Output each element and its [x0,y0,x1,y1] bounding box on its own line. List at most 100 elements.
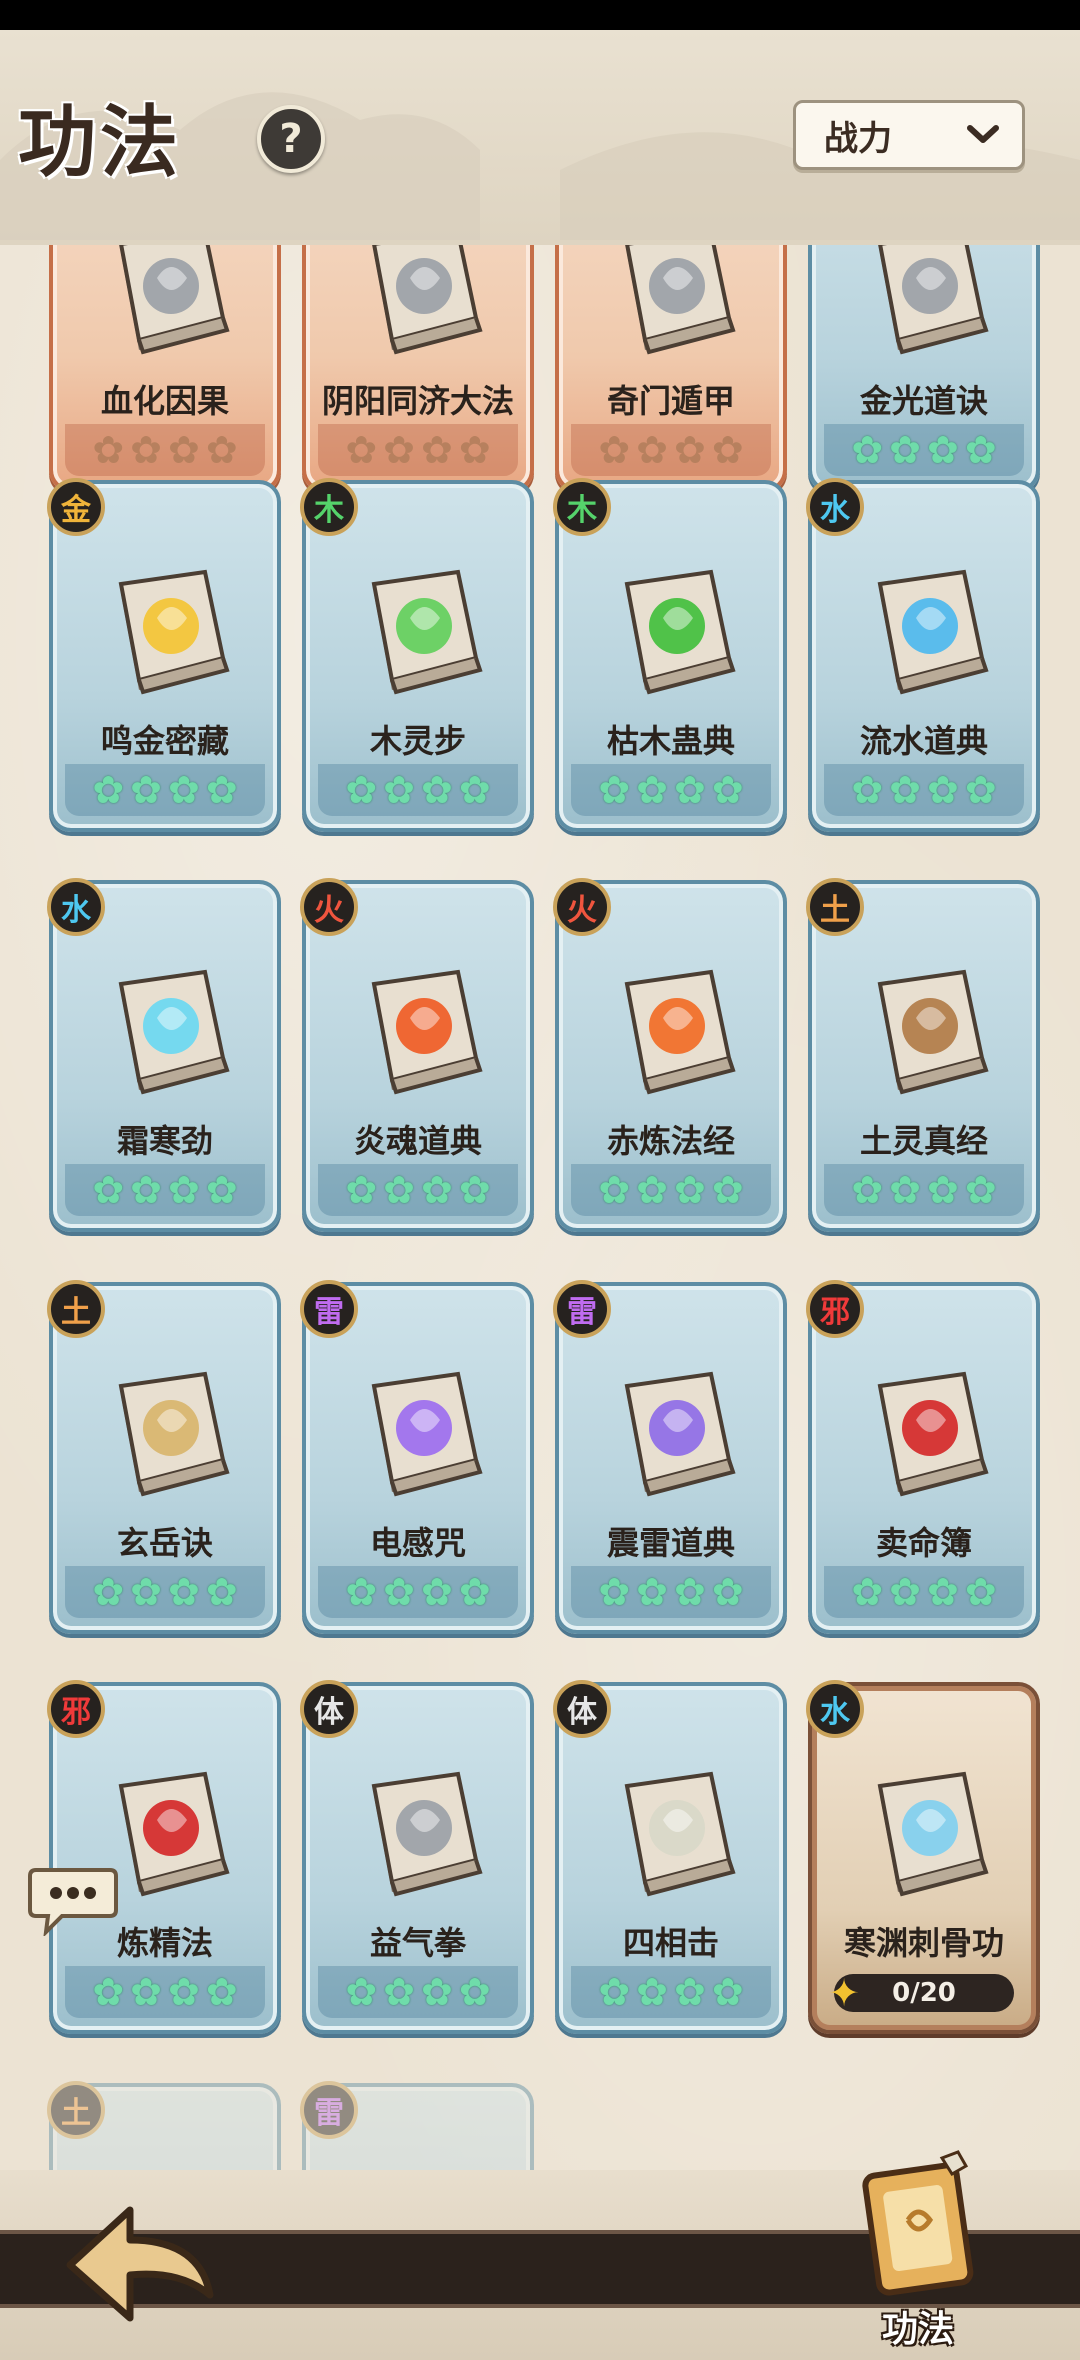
sort-dropdown[interactable]: 战力 [793,100,1025,170]
star-icon: ✿ [851,768,884,812]
help-icon[interactable]: ? [257,105,325,173]
skill-card[interactable]: 水寒渊刺骨功 0/20 ✦ [806,1680,1040,2034]
star-icon: ✿ [711,1570,744,1614]
star-rating: ✿ ✿ ✿ ✿ [65,1164,265,1216]
star-icon: ✿ [674,428,706,472]
star-icon: ✿ [964,768,997,812]
skill-card[interactable]: 火赤炼法经 ✿ ✿ ✿ ✿ [553,878,787,1232]
skill-card[interactable]: 木木灵步 ✿ ✿ ✿ ✿ [300,478,534,832]
skill-name: 电感咒 [369,1524,466,1562]
element-badge: 木 [553,478,611,536]
skill-name: 赤炼法经 [606,1122,735,1160]
sort-dropdown-label: 战力 [824,118,892,159]
skill-grid[interactable]: 血化因果 ✿ ✿ ✿ ✿ 阴阳同济大法 ✿ ✿ ✿ ✿ 奇门遁甲 ✿ ✿ ✿ ✿ 金光道诀 ✿ ✿ ✿ ✿ [0,245,1080,2170]
star-icon: ✿ [92,1168,125,1212]
star-icon: ✿ [205,1970,238,2014]
star-icon: ✿ [205,1570,238,1614]
skill-card[interactable]: 体益气拳 ✿ ✿ ✿ ✿ [300,1680,534,2034]
skill-card[interactable]: 阴阳同济大法 ✿ ✿ ✿ ✿ [302,245,534,492]
star-icon: ✿ [130,1570,162,1614]
skill-card[interactable]: 水霜寒劲 ✿ ✿ ✿ ✿ [47,878,281,1232]
star-rating: ✿ ✿ ✿ ✿ [318,424,518,476]
skill-card[interactable]: 雷震雷道典 ✿ ✿ ✿ ✿ [553,1280,787,1634]
star-rating: ✿ ✿ ✿ ✿ [571,764,771,816]
skill-card[interactable]: 金光道诀 ✿ ✿ ✿ ✿ [808,245,1040,492]
element-badge: 邪 [47,1680,105,1738]
star-rating: ✿ ✿ ✿ ✿ [571,1566,771,1618]
star-icon: ✿ [383,768,415,812]
star-rating: ✿ ✿ ✿ ✿ [65,764,265,816]
star-icon: ✿ [458,1970,491,2014]
star-icon: ✿ [711,428,744,472]
skill-card[interactable]: 火炎魂道典 ✿ ✿ ✿ ✿ [300,878,534,1232]
skill-name: 阴阳同济大法 [321,382,514,420]
back-arrow-icon[interactable] [60,2200,220,2330]
element-badge: 体 [300,1680,358,1738]
nav-gongfa-label: 功法 [881,2309,954,2350]
star-icon: ✿ [711,768,744,812]
element-badge: 金 [47,478,105,536]
chat-bubble-icon[interactable] [28,1862,118,1936]
element-badge: 火 [553,878,611,936]
skill-card[interactable]: 奇门遁甲 ✿ ✿ ✿ ✿ [555,245,787,492]
star-icon: ✿ [889,428,921,472]
page-title: 功法 [18,97,183,188]
star-icon: ✿ [674,1168,706,1212]
skill-card[interactable]: 木枯木蛊典 ✿ ✿ ✿ ✿ [553,478,787,832]
nav-gongfa-tab[interactable]: 功法 [838,2150,998,2360]
star-rating: ✿ ✿ ✿ ✿ [65,424,265,476]
star-rating: ✿ ✿ ✿ ✿ [824,764,1024,816]
star-rating: ✿ ✿ ✿ ✿ [571,1164,771,1216]
skill-card[interactable]: 体四相击 ✿ ✿ ✿ ✿ [553,1680,787,2034]
star-icon: ✿ [383,1970,415,2014]
puzzle-piece-icon: ✦ [828,1971,860,2015]
skill-name: 鸣金密藏 [100,722,229,760]
star-icon: ✿ [383,428,415,472]
star-icon: ✿ [383,1168,415,1212]
skill-card[interactable]: 土土灵真经 ✿ ✿ ✿ ✿ [806,878,1040,1232]
star-icon: ✿ [458,768,491,812]
star-icon: ✿ [598,428,631,472]
blood-crystal-icon [862,1364,994,1504]
skill-card[interactable]: 血化因果 ✿ ✿ ✿ ✿ [49,245,281,492]
star-rating: ✿ ✿ ✿ ✿ [824,1566,1024,1618]
star-icon: ✿ [92,428,125,472]
star-icon: ✿ [92,1970,125,2014]
skill-card[interactable]: 邪炼精法 ✿ ✿ ✿ ✿ [47,1680,281,2034]
element-badge: 邪 [806,1280,864,1338]
star-icon: ✿ [458,1570,491,1614]
star-icon: ✿ [636,768,668,812]
star-icon: ✿ [345,1970,378,2014]
skill-card[interactable]: 金鸣金密藏 ✿ ✿ ✿ ✿ [47,478,281,832]
ice-shard-icon [103,962,235,1102]
skill-card[interactable]: 土玄岳诀 ✿ ✿ ✿ ✿ [47,1280,281,1634]
skill-card[interactable]: 水流水道典 ✿ ✿ ✿ ✿ [806,478,1040,832]
skill-name: 木灵步 [369,722,466,760]
star-rating: ✿ ✿ ✿ ✿ [318,1164,518,1216]
star-icon: ✿ [205,1168,238,1212]
skill-card[interactable]: 雷电感咒 ✿ ✿ ✿ ✿ [300,1280,534,1634]
skill-card[interactable]: 雷 [300,2081,534,2170]
element-badge: 雷 [300,1280,358,1338]
grey-emblem-icon [609,245,741,362]
star-icon: ✿ [598,1570,631,1614]
star-icon: ✿ [421,1168,453,1212]
star-rating: ✿ ✿ ✿ ✿ [824,1164,1024,1216]
star-icon: ✿ [598,1970,631,2014]
element-badge: 水 [47,878,105,936]
element-badge: 土 [47,1280,105,1338]
star-icon: ✿ [964,1168,997,1212]
chevron-down-icon [967,125,999,143]
skill-name: 枯木蛊典 [606,722,735,760]
star-icon: ✿ [964,1570,997,1614]
axe-icon [103,1364,235,1504]
star-icon: ✿ [889,768,921,812]
star-icon: ✿ [636,1570,668,1614]
skill-card[interactable]: 土 [47,2081,281,2170]
element-badge: 水 [806,1680,864,1738]
star-icon: ✿ [130,768,162,812]
skill-card[interactable]: 邪卖命簿 ✿ ✿ ✿ ✿ [806,1280,1040,1634]
element-badge: 雷 [553,1280,611,1338]
star-icon: ✿ [851,1168,884,1212]
rock-icon [862,962,994,1102]
